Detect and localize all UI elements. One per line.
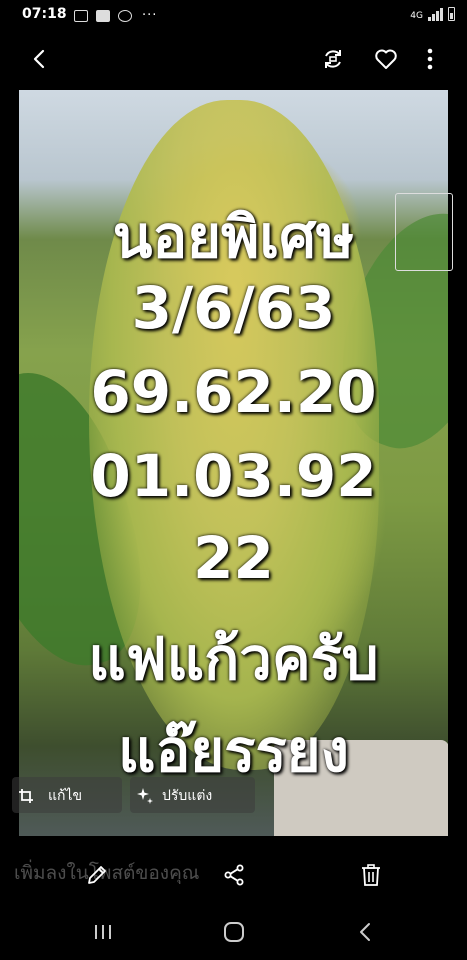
back-button[interactable] xyxy=(22,44,56,74)
network-type-label: 4G xyxy=(410,11,423,21)
status-bar: 07:18 ··· 4G xyxy=(0,0,467,30)
nav-back-button[interactable] xyxy=(345,914,385,950)
home-icon xyxy=(224,922,244,942)
edit-button[interactable]: แก้ไข xyxy=(18,780,82,812)
edit-caption-button[interactable] xyxy=(80,858,114,892)
adjust-label: ปรับแต่ง xyxy=(162,788,213,804)
nav-back-icon xyxy=(360,923,370,941)
back-arrow-icon xyxy=(33,49,45,69)
messenger-notification-icon xyxy=(118,9,132,22)
image-text-line-5: 22 xyxy=(193,524,274,592)
signal-icon xyxy=(428,8,443,21)
share-button[interactable] xyxy=(217,858,251,892)
sparkle-icon xyxy=(137,788,153,804)
like-button[interactable] xyxy=(369,42,403,76)
image-text-line-3: 69.62.20 xyxy=(90,358,377,426)
image-text-line-1: นอยพิเศษ xyxy=(112,203,355,271)
recents-button[interactable] xyxy=(83,914,123,950)
home-button[interactable] xyxy=(214,914,254,950)
heart-icon xyxy=(375,49,397,69)
photo-image[interactable]: นอยพิเศษ 3/6/63 69.62.20 01.03.92 22 แฟแ… xyxy=(19,90,448,836)
pencil-icon xyxy=(88,866,106,884)
tag-frame[interactable] xyxy=(395,193,453,271)
battery-icon xyxy=(448,7,455,21)
recents-icon xyxy=(95,925,111,939)
delete-button[interactable] xyxy=(354,858,388,892)
notification-icons: ··· xyxy=(74,8,157,23)
rotate-button[interactable] xyxy=(316,42,350,76)
crop-icon xyxy=(19,789,33,803)
gallery-notification-icon xyxy=(74,9,88,22)
more-notifications-icon: ··· xyxy=(142,8,158,23)
edit-label: แก้ไข xyxy=(48,788,83,804)
image-text-line-6: แฟแก้วครับ xyxy=(88,625,379,693)
more-vert-icon xyxy=(427,48,433,70)
system-status-icons: 4G xyxy=(410,7,455,21)
system-navigation-bar xyxy=(0,904,467,960)
status-time: 07:18 xyxy=(22,6,67,22)
facebook-notification-icon xyxy=(96,9,110,22)
image-text-line-2: 3/6/63 xyxy=(131,274,336,342)
adjust-button[interactable]: ปรับแต่ง xyxy=(136,780,212,812)
more-options-button[interactable] xyxy=(418,42,442,76)
top-app-bar xyxy=(0,34,467,82)
image-text-line-4: 01.03.92 xyxy=(90,442,377,510)
share-icon xyxy=(224,864,244,886)
trash-icon xyxy=(362,864,380,886)
rotate-icon xyxy=(325,50,341,68)
